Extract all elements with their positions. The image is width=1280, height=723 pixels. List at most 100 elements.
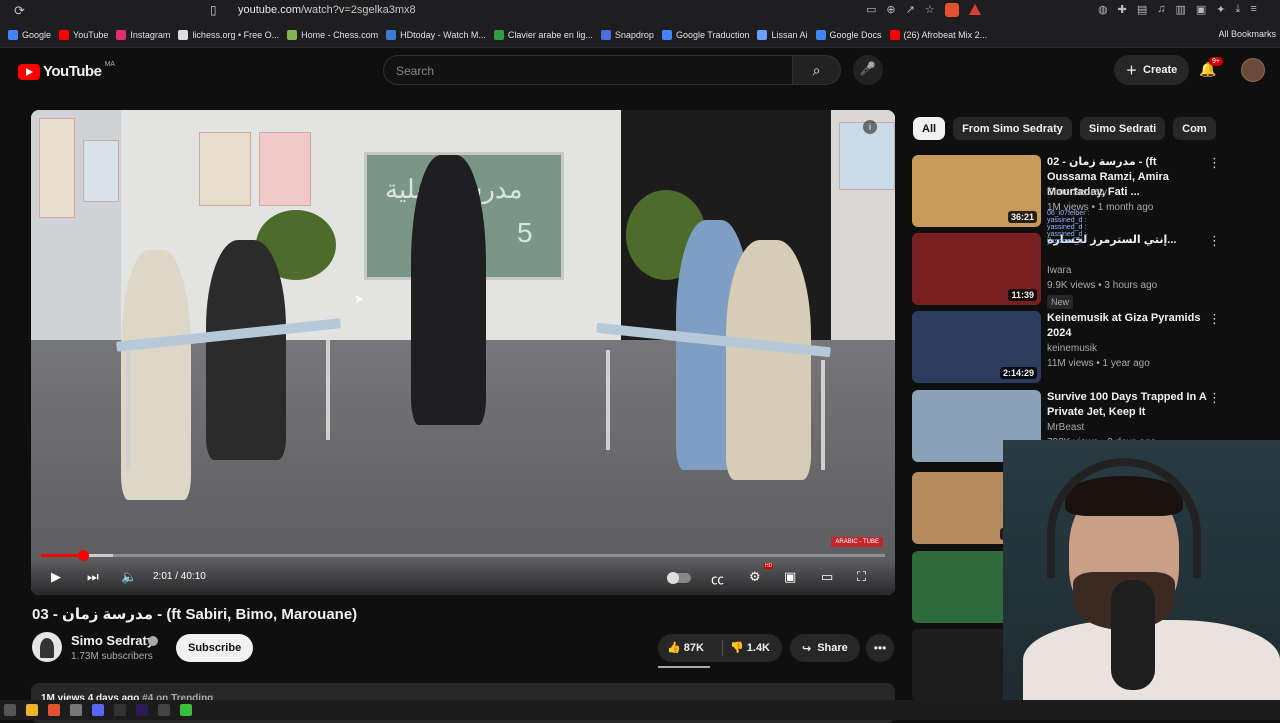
app-icon[interactable] — [70, 704, 82, 716]
reload-icon[interactable]: ⟳ — [14, 3, 25, 19]
recommendation-channel[interactable]: keinemusik — [1047, 343, 1097, 354]
more-vertical-icon[interactable]: ⋮ — [1208, 390, 1221, 406]
chat-line: 06_i07felber : — [1047, 210, 1090, 217]
search-input[interactable]: Search — [383, 55, 793, 85]
fullscreen-icon[interactable]: ⛶ — [857, 569, 866, 585]
bookmark-item[interactable]: (26) Afrobeat Mix 2... — [889, 29, 987, 40]
zoom-icon[interactable]: ⊕ — [886, 3, 895, 17]
download-icon[interactable]: ⤓ — [1236, 3, 1241, 16]
volume-icon[interactable]: 🔈 — [121, 569, 137, 585]
player-controls: ▶ ⏭ 🔈 2:01 / 40:10 ㏄ ⚙ HD ▣ ▭ ⛶ — [31, 559, 895, 595]
bookmark-item[interactable]: Snapdrop — [600, 29, 654, 40]
channel-watermark: ARABIC - TUBE — [831, 537, 883, 547]
miniplayer-icon[interactable]: ▣ — [784, 569, 796, 585]
youtube-logo[interactable]: YouTube MA — [18, 61, 115, 80]
address-bar[interactable]: youtube.com/watch?v=2sgelka3mx8 — [238, 4, 416, 16]
chalk-number: 5 — [517, 217, 533, 248]
brave-shield-icon[interactable] — [944, 3, 959, 17]
recommendation-channel[interactable]: Simo Sedraty — [1047, 187, 1107, 198]
youtube-header: YouTube MA Search ⌕ 🎤 ＋ Create 🔔 9+ — [0, 48, 1280, 96]
obs-icon[interactable] — [114, 704, 126, 716]
channel-avatar[interactable] — [32, 632, 62, 662]
video-player[interactable]: مدرسة البلية 5 i ARABIC - TUBE ➤ ▶ ⏭ 🔈 2… — [31, 110, 895, 595]
favicon-icon — [757, 29, 768, 40]
dislike-count: 1.4K — [746, 642, 771, 654]
voice-search-button[interactable]: 🎤 — [853, 55, 883, 85]
scene-student — [121, 250, 191, 500]
chip-0[interactable]: All — [913, 117, 946, 140]
bookmark-item[interactable]: Google — [8, 29, 52, 40]
bookmark-item[interactable]: Home - Chess.com — [287, 29, 378, 40]
more-vertical-icon[interactable]: ⋮ — [1208, 155, 1221, 171]
bookmark-item[interactable]: lichess.org • Free O... — [178, 29, 280, 40]
recommendation-thumbnail[interactable]: 2:14:29 — [912, 311, 1041, 383]
sparkle-icon[interactable]: ✦ — [1216, 3, 1225, 16]
bookmark-item[interactable]: Google Traduction — [661, 29, 749, 40]
extension-icon[interactable]: ◍ — [1098, 3, 1108, 16]
explorer-icon[interactable] — [26, 704, 38, 716]
rewards-icon[interactable] — [968, 4, 981, 15]
cast-icon[interactable]: ▭ — [866, 3, 876, 17]
share-page-icon[interactable]: ↗ — [906, 3, 915, 17]
share-button[interactable]: ↪ Share — [790, 634, 860, 662]
bookmark-item[interactable]: Instagram — [116, 29, 170, 40]
account-avatar[interactable] — [1241, 58, 1265, 82]
streamer-webcam — [1003, 440, 1280, 720]
bookmark-item[interactable]: Lissan Ai — [757, 29, 808, 40]
puzzle-icon[interactable]: ✚ — [1118, 3, 1127, 16]
settings-gear-icon[interactable]: ⚙ — [749, 569, 761, 585]
star-icon[interactable]: ☆ — [925, 3, 935, 17]
bookmark-label: Google — [22, 29, 52, 40]
bookmark-label: lichess.org • Free O... — [192, 29, 280, 40]
recommendation-title[interactable]: Keinemusik at Giza Pyramids 2024 — [1047, 311, 1207, 341]
bookmark-item[interactable]: HDtoday - Watch M... — [386, 29, 486, 40]
more-actions-button[interactable]: ••• — [866, 634, 894, 662]
bookmark-item[interactable]: Clavier arabe en lig... — [493, 29, 593, 40]
next-icon[interactable]: ⏭ — [87, 569, 99, 585]
subscriber-count: 1.73M subscribers — [71, 651, 153, 662]
captions-icon[interactable]: ㏄ — [711, 569, 724, 588]
browser-toolbar: ⟳ ▯ youtube.com/watch?v=2sgelka3mx8 ▭ ⊕ … — [0, 0, 1280, 22]
video-title: 03 - مدرسة زمان - (ft Sabiri, Bimo, Maro… — [32, 606, 358, 623]
all-bookmarks[interactable]: All Bookmarks — [1218, 29, 1276, 39]
premiere-icon[interactable] — [136, 704, 148, 716]
recommendation-title[interactable]: Survive 100 Days Trapped In A Private Je… — [1047, 390, 1207, 420]
bookmark-item[interactable]: YouTube — [59, 29, 108, 40]
autoplay-toggle[interactable] — [667, 572, 691, 584]
chip-3[interactable]: Com — [1173, 117, 1216, 140]
recommendation-thumbnail[interactable]: 11:39 — [912, 233, 1041, 305]
theater-mode-icon[interactable]: ▭ — [821, 569, 833, 585]
recommendation-channel[interactable]: MrBeast — [1047, 422, 1084, 433]
chip-2[interactable]: Simo Sedrati — [1079, 117, 1166, 140]
channel-name[interactable]: Simo Sedraty — [71, 633, 154, 648]
bookmark-icon[interactable]: ▯ — [210, 3, 217, 17]
dislike-button[interactable]: 👎 1.4K — [730, 641, 770, 654]
play-icon[interactable]: ▶ — [51, 569, 61, 585]
brave-icon[interactable] — [48, 704, 60, 716]
chip-1[interactable]: From Simo Sedraty — [953, 117, 1072, 140]
progress-bar[interactable] — [41, 550, 885, 561]
subscribe-button[interactable]: Subscribe — [176, 634, 254, 662]
info-icon[interactable]: i — [863, 120, 877, 134]
like-count: 87K — [683, 642, 704, 654]
like-button[interactable]: 👍 87K — [667, 641, 704, 654]
more-vertical-icon[interactable]: ⋮ — [1208, 311, 1221, 327]
play-app-icon[interactable] — [180, 704, 192, 716]
bookmark-item[interactable]: Google Docs — [815, 29, 882, 40]
discord-icon[interactable] — [92, 704, 104, 716]
create-button[interactable]: ＋ Create — [1114, 55, 1190, 85]
wallet-icon[interactable]: ▣ — [1196, 3, 1206, 16]
recommendation-item[interactable]: 2:14:29 Keinemusik at Giza Pyramids 2024 k… — [912, 311, 1272, 383]
reader-icon[interactable]: ▤ — [1137, 3, 1147, 16]
start-icon[interactable] — [4, 704, 16, 716]
favicon-icon — [815, 29, 826, 40]
chevron-right-icon[interactable]: › — [1196, 120, 1200, 135]
recommendation-thumbnail[interactable]: 36:21 — [912, 155, 1041, 227]
music-icon[interactable]: ♫ — [1157, 3, 1165, 16]
search-button[interactable]: ⌕ — [793, 55, 841, 85]
menu-icon[interactable]: ≡ — [1250, 3, 1256, 16]
app-icon[interactable] — [158, 704, 170, 716]
scene-poster — [83, 140, 119, 202]
duration-badge: 11:39 — [1008, 289, 1037, 301]
sidebar-icon[interactable]: ▥ — [1175, 3, 1185, 16]
